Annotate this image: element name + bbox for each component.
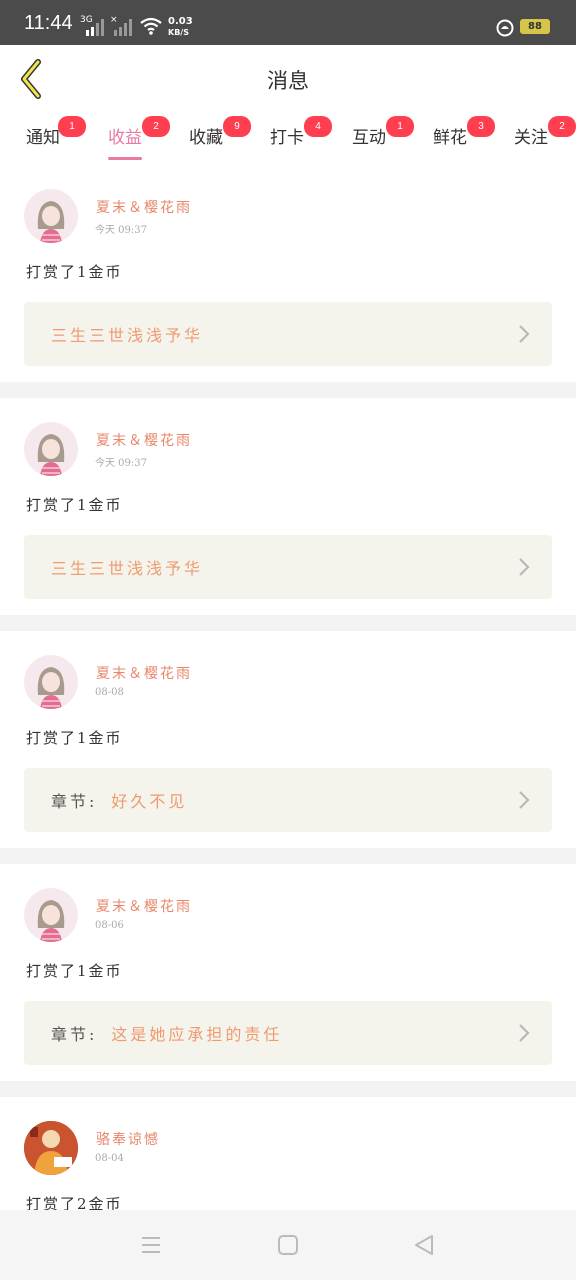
wifi-icon <box>140 17 162 35</box>
message-feed: 夏末＆樱花雨 今天 09:37 打赏了1金币 三生三世浅浅予华 夏末＆樱花雨 今… <box>0 165 576 1210</box>
badge-count: 9 <box>223 116 251 137</box>
timestamp: 今天 09:37 <box>95 458 147 469</box>
anime-avatar-icon <box>37 201 65 243</box>
avatar[interactable] <box>24 1121 78 1175</box>
tab-label: 通知 <box>26 128 60 148</box>
username[interactable]: 骆奉谅憾 <box>96 1129 160 1149</box>
username[interactable]: 夏末＆樱花雨 <box>96 197 192 217</box>
page-header: 消息 <box>0 45 576 114</box>
message-text: 打赏了1金币 <box>26 263 123 281</box>
tab-earnings[interactable]: 收益 2 <box>108 116 170 160</box>
status-time: 11:44 <box>24 12 73 34</box>
home-icon[interactable] <box>277 1234 299 1256</box>
net-speed-value: 0.03 <box>168 16 193 27</box>
avatar[interactable] <box>24 655 78 709</box>
timestamp: 08-06 <box>95 920 124 931</box>
ref-title: 章节: 好久不见 <box>51 788 187 812</box>
tab-follow[interactable]: 关注 2 <box>514 116 576 148</box>
page-title: 消息 <box>267 69 309 93</box>
data-saver-icon <box>496 19 514 37</box>
tab-favorites[interactable]: 收藏 9 <box>189 116 251 148</box>
timestamp: 今天 09:37 <box>95 225 147 236</box>
chevron-right-icon <box>519 558 530 576</box>
anime-avatar-icon <box>37 900 65 942</box>
message-text: 打赏了2金币 <box>26 1195 123 1210</box>
tab-notifications[interactable]: 通知 1 <box>26 116 86 148</box>
tab-label: 收藏 <box>189 128 223 148</box>
username[interactable]: 夏末＆樱花雨 <box>96 896 192 916</box>
tab-label: 打卡 <box>270 128 304 148</box>
username[interactable]: 夏末＆樱花雨 <box>96 430 192 450</box>
battery-icon: 88 <box>520 19 550 34</box>
message-text: 打赏了1金币 <box>26 729 123 747</box>
chevron-right-icon <box>519 791 530 809</box>
timestamp: 08-08 <box>95 687 124 698</box>
chapter-label: 章节: <box>51 1025 98 1044</box>
chapter-label: 章节: <box>51 792 98 811</box>
system-nav-bar <box>0 1210 576 1280</box>
menu-icon[interactable] <box>140 1234 162 1256</box>
cellular-signal-2-icon <box>114 19 132 36</box>
message-card: 骆奉谅憾 08-04 打赏了2金币 <box>0 1097 576 1210</box>
book-reference[interactable]: 三生三世浅浅予华 <box>24 535 552 599</box>
tab-checkin[interactable]: 打卡 4 <box>270 116 332 148</box>
badge-count: 1 <box>386 116 414 137</box>
message-text: 打赏了1金币 <box>26 496 123 514</box>
tab-flowers[interactable]: 鲜花 3 <box>433 116 495 148</box>
cellular-signal-icon <box>86 19 104 36</box>
message-card: 夏末＆樱花雨 08-08 打赏了1金币 章节: 好久不见 <box>0 631 576 848</box>
tab-interactions[interactable]: 互动 1 <box>352 116 414 148</box>
active-tab-underline <box>108 157 142 160</box>
book-reference[interactable]: 三生三世浅浅予华 <box>24 302 552 366</box>
message-text: 打赏了1金币 <box>26 962 123 980</box>
tab-label: 鲜花 <box>433 128 467 148</box>
chevron-right-icon <box>519 1024 530 1042</box>
chevron-right-icon <box>519 325 530 343</box>
tab-label: 关注 <box>514 128 548 148</box>
chapter-title: 这是她应承担的责任 <box>111 1025 283 1044</box>
avatar[interactable] <box>24 422 78 476</box>
message-card: 夏末＆樱花雨 08-06 打赏了1金币 章节: 这是她应承担的责任 <box>0 864 576 1081</box>
avatar[interactable] <box>24 888 78 942</box>
badge-count: 3 <box>467 116 495 137</box>
badge-count: 2 <box>142 116 170 137</box>
anime-avatar-icon <box>37 434 65 476</box>
badge-count: 1 <box>58 116 86 137</box>
badge-count: 4 <box>304 116 332 137</box>
battery-level: 88 <box>522 21 548 32</box>
badge-count: 2 <box>548 116 576 137</box>
ref-title: 三生三世浅浅予华 <box>51 559 204 578</box>
tab-label: 收益 <box>108 128 142 148</box>
net-speed-unit: KB/S <box>168 28 189 37</box>
ref-title: 章节: 这是她应承担的责任 <box>51 1021 282 1045</box>
message-card: 夏末＆樱花雨 今天 09:37 打赏了1金币 三生三世浅浅予华 <box>0 398 576 615</box>
tab-label: 互动 <box>352 128 386 148</box>
back-triangle-icon[interactable] <box>412 1233 436 1257</box>
username[interactable]: 夏末＆樱花雨 <box>96 663 192 683</box>
status-bar: 11:44 3G × 0.03 KB/S 88 <box>0 0 576 45</box>
avatar[interactable] <box>24 189 78 243</box>
chapter-reference[interactable]: 章节: 这是她应承担的责任 <box>24 1001 552 1065</box>
timestamp: 08-04 <box>95 1153 124 1164</box>
chapter-reference[interactable]: 章节: 好久不见 <box>24 768 552 832</box>
anime-avatar-icon <box>37 667 65 709</box>
message-card: 夏末＆樱花雨 今天 09:37 打赏了1金币 三生三世浅浅予华 <box>0 165 576 382</box>
ref-title: 三生三世浅浅予华 <box>51 326 204 345</box>
illustrated-avatar-icon <box>24 1121 78 1175</box>
tab-bar: 通知 1 收益 2 收藏 9 打卡 4 互动 1 鲜花 3 关注 2 <box>0 113 576 165</box>
chapter-title: 好久不见 <box>111 792 188 811</box>
